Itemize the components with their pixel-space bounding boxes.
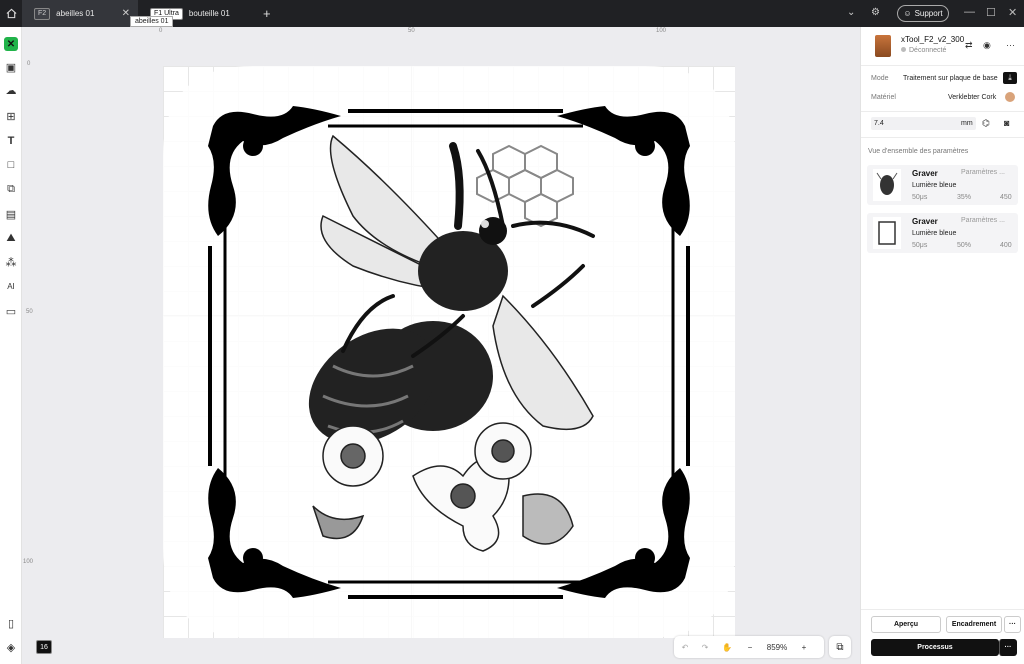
thickness-unit: mm [961,120,973,127]
shapes-icon[interactable]: ⧉ [4,182,18,196]
xtool-logo-icon[interactable]: ✕ [4,37,18,51]
left-toolbar: ✕ ▣ ☁ ⊞ T □ ⧉ ▤ ⛰ ⁂ AI ▭ ▯ ◈ [0,27,22,664]
material-value[interactable]: Verklebter Cork [948,94,996,101]
rectangle-icon[interactable]: □ [4,158,18,172]
add-shape-icon[interactable]: ⊞ [4,109,18,123]
divider [861,111,1024,112]
new-tab-plus-icon[interactable]: + [263,6,271,21]
process-more-button[interactable]: ··· [999,639,1017,656]
tab-label: abeilles 01 [56,9,95,18]
layout-icon[interactable]: ▤ [4,207,18,221]
mode-value[interactable]: Traitement sur plaque de base [903,75,998,82]
frame-button[interactable]: Encadrement [946,616,1002,633]
copy-icon[interactable]: ⧉ [829,636,851,658]
connect-icon[interactable]: ◉ [983,40,991,51]
tab-tooltip: abeilles 01 [130,16,174,27]
text-icon[interactable]: T [4,134,18,148]
apps-icon[interactable]: ⁂ [4,255,18,269]
parameters-overview-title: Vue d'ensemble des paramètres [868,148,969,155]
tab-label: bouteille 01 [188,9,230,18]
status-dot [901,47,906,52]
image-icon[interactable]: ⛰ [4,231,18,245]
headset-icon: ☺ [903,9,912,18]
ruler-left: 0 50 100 [23,61,34,565]
device-status: Déconnecté [901,47,946,54]
cloud-icon[interactable]: ☁ [4,83,18,97]
device-image [875,35,891,57]
divider [861,137,1024,138]
preview-button[interactable]: Aperçu [871,616,941,633]
support-button[interactable]: ☺ Support [897,5,949,22]
layer-params-link[interactable]: Paramètres ... [961,169,1005,176]
divider [861,609,1024,610]
divider [861,65,1024,66]
maximize-icon[interactable]: ☐ [986,6,996,19]
layer-params-link[interactable]: Paramètres ... [961,217,1005,224]
zoom-level[interactable]: 859% [760,643,794,652]
close-window-icon[interactable]: ✕ [1008,6,1017,19]
more-icon[interactable]: ··· [1006,40,1015,50]
save-icon[interactable]: ▣ [4,60,18,74]
layer-count-badge[interactable]: 16 [36,640,52,654]
zoom-bar: ↶ ↷ ✋ − 859% + [674,636,824,658]
autofocus-icon[interactable]: ⌬ [982,118,990,129]
zoom-out-icon[interactable]: − [740,643,760,652]
close-icon[interactable]: ✕ [122,8,130,19]
process-button[interactable]: Processus [871,639,999,656]
tab-device-badge: F2 [34,7,51,20]
layer-card[interactable]: Graver Paramètres ... Lumière bleue 50μs… [867,213,1018,253]
layer-card[interactable]: Graver Paramètres ... Lumière bleue 50μs… [867,165,1018,205]
more-options-button[interactable]: ··· [1004,616,1021,633]
minimize-icon[interactable]: — [964,6,975,18]
document-icon[interactable]: ▯ [4,616,18,630]
tab-abeilles[interactable]: F2 abeilles 01 ✕ [22,0,138,27]
folder-icon[interactable]: ▭ [4,304,18,318]
material-swatch [1005,92,1015,102]
home-icon[interactable] [0,0,22,27]
ai-icon[interactable]: AI [4,279,18,293]
hand-icon[interactable]: ✋ [714,643,740,652]
zoom-in-icon[interactable]: + [794,643,814,652]
switch-icon[interactable]: ⇄ [965,40,973,51]
material-label: Matériel [871,94,896,101]
redo-icon[interactable]: ↷ [696,643,714,652]
gear-icon[interactable]: ⚙ [871,7,880,18]
camera-icon[interactable]: ◙ [1004,118,1009,128]
download-icon[interactable]: ⤓ [1003,72,1017,84]
layer-thumbnail [873,169,901,201]
layer-thumbnail [873,217,901,249]
device-name[interactable]: xTool_F2_v2_300 [901,35,964,44]
bee-engraving-artwork[interactable] [163,66,735,638]
layers-icon[interactable]: ◈ [4,640,18,654]
chevron-down-icon[interactable]: ⌄ [847,7,855,18]
undo-icon[interactable]: ↶ [674,643,696,652]
ruler-top: 0 50 100 [22,27,860,37]
right-panel: xTool_F2_v2_300 Déconnecté ⇄ ◉ ··· Mode … [860,27,1024,664]
mode-label: Mode [871,75,889,82]
